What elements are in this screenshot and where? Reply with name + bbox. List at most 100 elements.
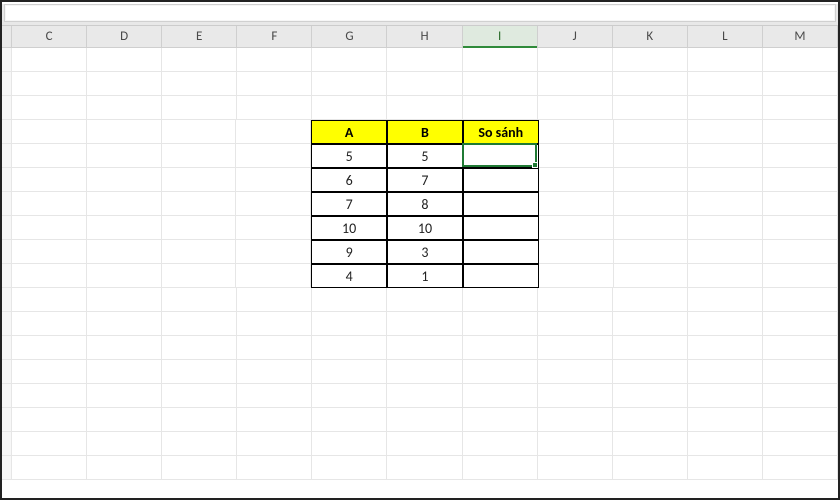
cell[interactable] xyxy=(162,168,237,192)
cell[interactable] xyxy=(162,360,237,384)
cell[interactable] xyxy=(162,72,237,96)
cell[interactable] xyxy=(463,72,538,96)
cell[interactable] xyxy=(12,408,87,432)
cell[interactable] xyxy=(463,48,538,72)
table-cell-a[interactable]: 5 xyxy=(311,144,387,168)
cell[interactable] xyxy=(12,96,87,120)
cell[interactable] xyxy=(688,432,763,456)
table-header-a[interactable]: A xyxy=(311,120,387,144)
cell[interactable] xyxy=(87,48,162,72)
cell[interactable] xyxy=(12,360,87,384)
cell[interactable] xyxy=(387,408,462,432)
cell[interactable] xyxy=(763,96,838,120)
cell[interactable] xyxy=(613,288,688,312)
cell[interactable] xyxy=(237,72,312,96)
cell[interactable] xyxy=(236,240,311,264)
cell[interactable] xyxy=(763,312,838,336)
cell[interactable] xyxy=(12,432,87,456)
cell[interactable] xyxy=(539,192,614,216)
cell[interactable] xyxy=(87,384,162,408)
cell[interactable] xyxy=(12,240,87,264)
cell[interactable] xyxy=(613,432,688,456)
cell[interactable] xyxy=(162,288,237,312)
cell[interactable] xyxy=(688,168,763,192)
cell[interactable] xyxy=(763,360,838,384)
cell[interactable] xyxy=(614,240,689,264)
cell[interactable] xyxy=(387,384,462,408)
cell[interactable] xyxy=(688,360,763,384)
cell[interactable] xyxy=(162,408,237,432)
cell[interactable] xyxy=(763,216,838,240)
cell[interactable] xyxy=(763,264,838,288)
cell[interactable] xyxy=(688,192,763,216)
cell[interactable] xyxy=(763,432,838,456)
cell[interactable] xyxy=(87,360,162,384)
cell[interactable] xyxy=(12,120,87,144)
cell[interactable] xyxy=(538,288,613,312)
cell[interactable] xyxy=(688,96,763,120)
cell[interactable] xyxy=(162,432,237,456)
table-cell-b[interactable]: 7 xyxy=(387,168,463,192)
cell[interactable] xyxy=(12,216,87,240)
cell[interactable] xyxy=(387,72,462,96)
cell[interactable] xyxy=(87,72,162,96)
cell[interactable] xyxy=(463,336,538,360)
table-cell-compare[interactable] xyxy=(463,264,539,288)
cell[interactable] xyxy=(12,288,87,312)
table-cell-b[interactable]: 5 xyxy=(387,144,463,168)
cell[interactable] xyxy=(312,96,387,120)
cell[interactable] xyxy=(12,312,87,336)
cell[interactable] xyxy=(688,240,763,264)
cell[interactable] xyxy=(463,456,538,480)
cell[interactable] xyxy=(463,432,538,456)
cell[interactable] xyxy=(613,360,688,384)
cell[interactable] xyxy=(688,144,763,168)
cell[interactable] xyxy=(87,264,162,288)
cell[interactable] xyxy=(12,144,87,168)
cell[interactable] xyxy=(12,72,87,96)
cell[interactable] xyxy=(87,432,162,456)
cell[interactable] xyxy=(87,240,162,264)
cell[interactable] xyxy=(463,312,538,336)
cell[interactable] xyxy=(12,48,87,72)
cell[interactable] xyxy=(613,384,688,408)
cell[interactable] xyxy=(162,336,237,360)
table-cell-b[interactable]: 10 xyxy=(387,216,463,240)
cell[interactable] xyxy=(538,72,613,96)
cell[interactable] xyxy=(614,192,689,216)
cell[interactable] xyxy=(763,72,838,96)
cell[interactable] xyxy=(688,120,763,144)
cell[interactable] xyxy=(463,360,538,384)
cell[interactable] xyxy=(237,384,312,408)
column-header-F[interactable]: F xyxy=(237,26,312,47)
cell[interactable] xyxy=(539,240,614,264)
cell[interactable] xyxy=(237,288,312,312)
cell[interactable] xyxy=(613,456,688,480)
cell[interactable] xyxy=(614,264,689,288)
cell[interactable] xyxy=(237,336,312,360)
cell[interactable] xyxy=(613,96,688,120)
cell[interactable] xyxy=(763,336,838,360)
column-header-J[interactable]: J xyxy=(538,26,613,47)
cell[interactable] xyxy=(312,312,387,336)
cell[interactable] xyxy=(12,168,87,192)
table-cell-a[interactable]: 10 xyxy=(311,216,387,240)
cell[interactable] xyxy=(312,288,387,312)
cell[interactable] xyxy=(688,48,763,72)
cell[interactable] xyxy=(763,408,838,432)
cell[interactable] xyxy=(463,408,538,432)
cell[interactable] xyxy=(312,408,387,432)
table-cell-b[interactable]: 8 xyxy=(387,192,463,216)
cell[interactable] xyxy=(312,336,387,360)
cell[interactable] xyxy=(538,408,613,432)
cell[interactable] xyxy=(387,96,462,120)
cell[interactable] xyxy=(312,72,387,96)
cell[interactable] xyxy=(162,144,237,168)
cell[interactable] xyxy=(538,336,613,360)
cell-grid[interactable]: ABSo sánh55677810109341 xyxy=(2,48,838,500)
cell[interactable] xyxy=(87,168,162,192)
cell[interactable] xyxy=(162,192,237,216)
cell[interactable] xyxy=(162,216,237,240)
cell[interactable] xyxy=(613,312,688,336)
cell[interactable] xyxy=(613,336,688,360)
